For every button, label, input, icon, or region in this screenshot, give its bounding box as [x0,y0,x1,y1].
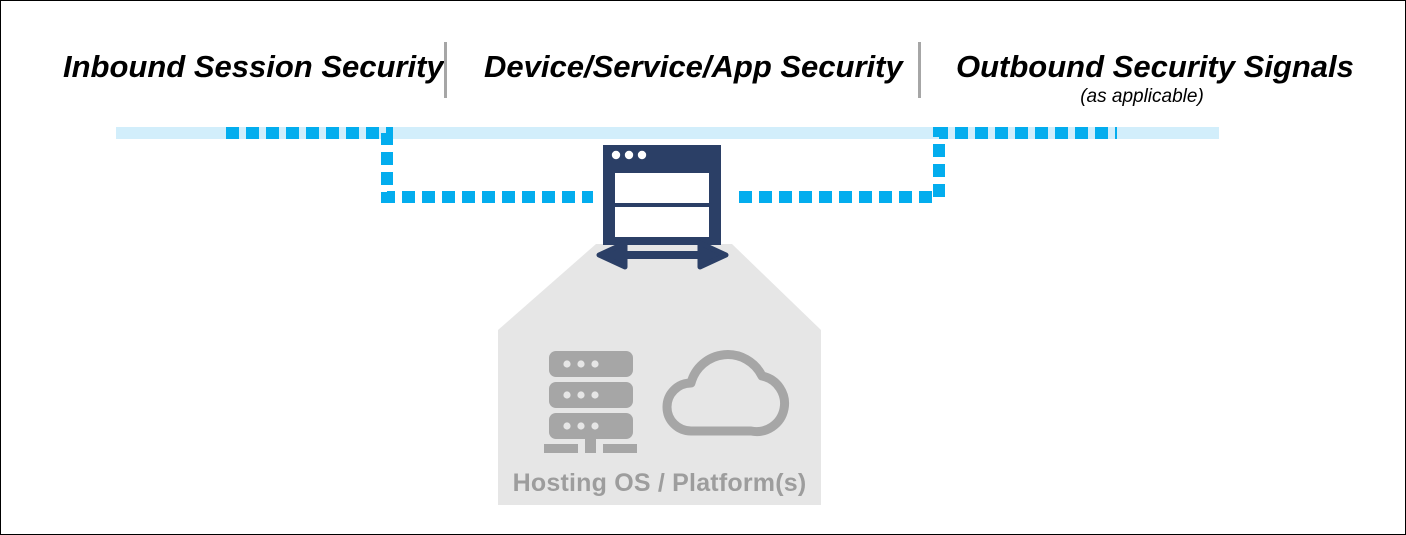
hosting-platform-label: Hosting OS / Platform(s) [512,469,807,497]
diagram-canvas: Inbound Session Security Device/Service/… [0,0,1406,535]
browser-panel-top [615,173,709,203]
diagram-artwork: Hosting OS / Platform(s) [116,127,1219,505]
browser-panel-bottom [615,207,709,237]
dashed-path-right [739,127,1117,203]
server-rack-icon [544,351,637,453]
browser-window-icon [603,145,721,245]
dashed-path-left [226,127,593,203]
session-band [116,127,1219,139]
